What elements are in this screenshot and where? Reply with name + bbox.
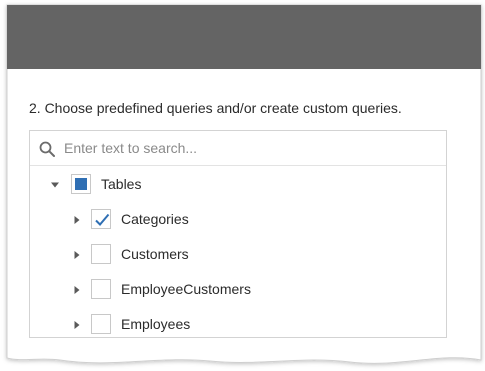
- indeterminate-mark: [75, 178, 87, 190]
- triangle-right-icon[interactable]: [73, 216, 81, 224]
- triangle-right-icon[interactable]: [73, 251, 81, 259]
- tree-node-label: Employees: [121, 316, 191, 332]
- employees-checkbox[interactable]: [91, 314, 111, 334]
- tree-node-customers[interactable]: Customers: [30, 238, 446, 273]
- tree-node-label: Customers: [121, 246, 189, 262]
- tree-node-label: Categories: [121, 211, 189, 227]
- tree-node-employeecustomers[interactable]: EmployeeCustomers: [30, 273, 446, 308]
- search-row: [30, 131, 446, 166]
- search-input[interactable]: [64, 137, 434, 159]
- categories-checkbox[interactable]: [91, 209, 111, 229]
- search-icon: [39, 141, 55, 157]
- tree-node-tables[interactable]: Tables: [30, 168, 446, 203]
- tree-node-categories[interactable]: Categories: [30, 203, 446, 238]
- query-tree-panel: Tables Categories Customers: [29, 130, 447, 338]
- wizard-screenshot: 2. Choose predefined queries and/or crea…: [0, 0, 485, 371]
- triangle-down-icon[interactable]: [51, 181, 59, 189]
- checkmark-icon: [95, 213, 110, 226]
- wizard-header-band: [7, 5, 481, 69]
- tree-node-employees[interactable]: Employees: [30, 308, 446, 337]
- employeecustomers-checkbox[interactable]: [91, 279, 111, 299]
- tree-node-label: Tables: [101, 176, 142, 192]
- customers-checkbox[interactable]: [91, 244, 111, 264]
- step-title: 2. Choose predefined queries and/or crea…: [29, 100, 402, 116]
- tables-checkbox[interactable]: [71, 174, 91, 194]
- tree-node-label: EmployeeCustomers: [121, 281, 251, 297]
- triangle-right-icon[interactable]: [73, 321, 81, 329]
- triangle-right-icon[interactable]: [73, 286, 81, 294]
